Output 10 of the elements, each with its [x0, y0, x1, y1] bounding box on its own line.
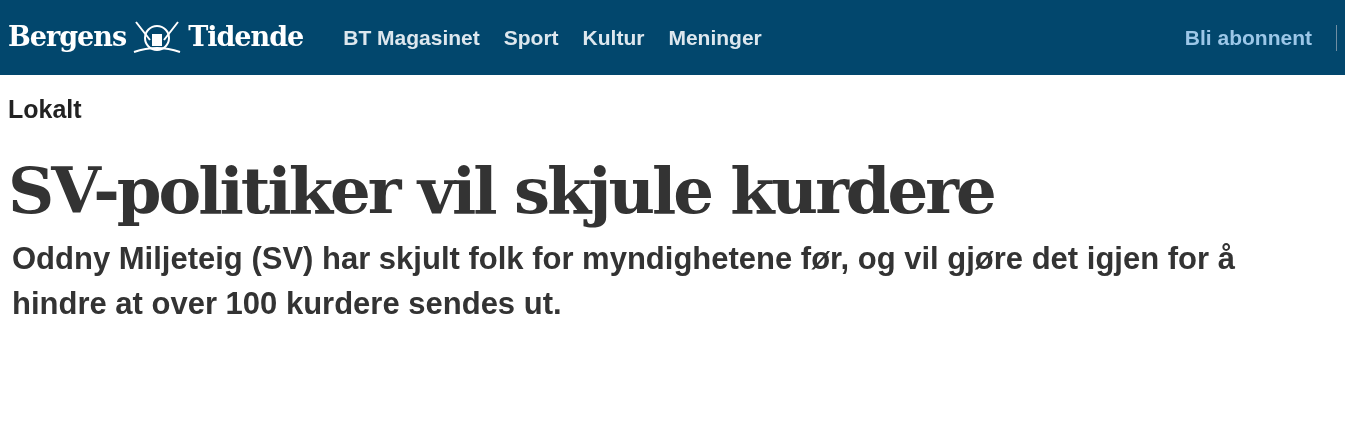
article-headline: SV-politiker vil skjule kurdere: [8, 152, 995, 230]
logo-text: Tidende: [188, 20, 304, 55]
section-label: Lokalt: [8, 94, 83, 125]
nav-link[interactable]: BT Magasinet: [343, 21, 480, 54]
logo-text: Bergens: [8, 20, 127, 55]
subscribe-link[interactable]: Bli abonnent: [1184, 21, 1312, 54]
nav-link[interactable]: Sport: [503, 21, 559, 54]
nav-link[interactable]: Kultur: [582, 21, 645, 54]
nav-link[interactable]: Meninger: [668, 21, 762, 54]
article-lead: Oddny Miljeteig (SV) har skjult folk for myndighetene før, og vil gjøre det igjen for å hindre at over 100 kurdere sendes ut.: [12, 240, 1236, 324]
